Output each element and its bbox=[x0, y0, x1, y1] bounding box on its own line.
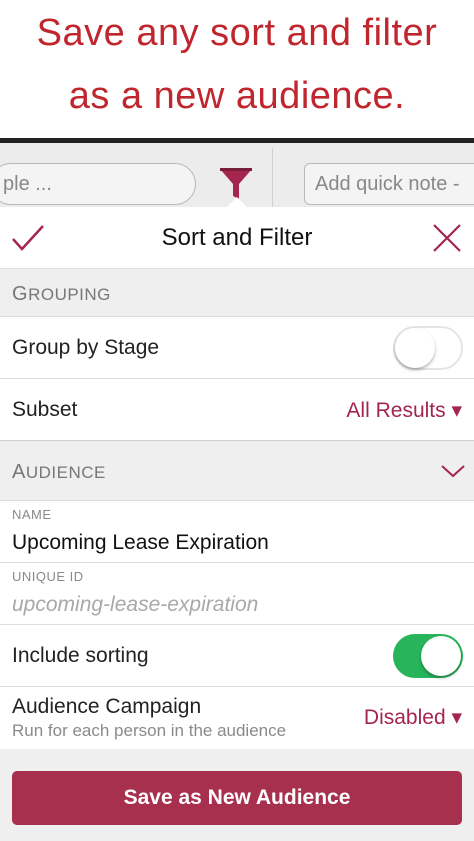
group-by-stage-toggle[interactable] bbox=[393, 326, 463, 370]
audience-header-label: AUDIENCE bbox=[12, 461, 106, 484]
promo-line-1: Save any sort and filter bbox=[36, 12, 438, 54]
campaign-sublabel: Run for each person in the audience bbox=[12, 721, 287, 740]
sheet-header: Sort and Filter bbox=[0, 207, 474, 269]
grouping-header-rest: ROUPING bbox=[28, 285, 111, 304]
include-sorting-toggle[interactable] bbox=[393, 634, 463, 678]
subset-label: Subset bbox=[12, 398, 78, 421]
campaign-label: Audience Campaign bbox=[12, 695, 202, 718]
group-by-stage-row: Group by Stage bbox=[0, 317, 474, 379]
group-by-stage-label: Group by Stage bbox=[12, 336, 160, 359]
save-as-new-audience-button[interactable]: Save as New Audience bbox=[12, 771, 462, 825]
grouping-header-label: GROUPING bbox=[12, 283, 111, 306]
unique-id-field[interactable]: UNIQUE ID upcoming-lease-expiration bbox=[0, 563, 474, 625]
promo-banner: Save any sort and filter as a new audien… bbox=[0, 0, 474, 138]
toggle-knob bbox=[421, 636, 461, 676]
promo-line-2: as a new audience. bbox=[68, 75, 406, 117]
name-label: NAME bbox=[12, 507, 52, 522]
grouping-header-initial: G bbox=[12, 283, 29, 305]
include-sorting-label: Include sorting bbox=[12, 644, 149, 667]
unique-id-label: UNIQUE ID bbox=[12, 569, 84, 584]
subset-dropdown[interactable]: All Results ▾ bbox=[346, 398, 462, 423]
quick-note-input[interactable]: Add quick note - bbox=[304, 163, 474, 205]
sort-filter-sheet: Sort and Filter GROUPING Group by Stage … bbox=[0, 207, 474, 841]
audience-header-rest: UDIENCE bbox=[25, 463, 106, 482]
toggle-knob bbox=[395, 328, 435, 368]
unique-id-input[interactable]: upcoming-lease-expiration bbox=[12, 593, 258, 617]
subset-row[interactable]: Subset All Results ▾ bbox=[0, 379, 474, 441]
close-icon[interactable] bbox=[430, 221, 464, 255]
audience-name-field[interactable]: NAME Upcoming Lease Expiration bbox=[0, 501, 474, 563]
toolbar-divider bbox=[272, 148, 273, 213]
grouping-section-header: GROUPING bbox=[0, 269, 474, 317]
sheet-title: Sort and Filter bbox=[161, 224, 313, 251]
popover-caret bbox=[227, 197, 247, 207]
audience-header-initial: A bbox=[12, 461, 26, 483]
campaign-dropdown[interactable]: Disabled ▾ bbox=[364, 705, 462, 730]
sheet-footer: Save as New Audience bbox=[0, 749, 474, 841]
audience-campaign-row[interactable]: Audience Campaign Run for each person in… bbox=[0, 687, 474, 749]
audience-section-header[interactable]: AUDIENCE bbox=[0, 441, 474, 501]
chevron-down-icon[interactable] bbox=[440, 463, 466, 479]
search-input[interactable]: ple ... bbox=[0, 163, 196, 205]
name-input[interactable]: Upcoming Lease Expiration bbox=[12, 531, 269, 555]
include-sorting-row: Include sorting bbox=[0, 625, 474, 687]
